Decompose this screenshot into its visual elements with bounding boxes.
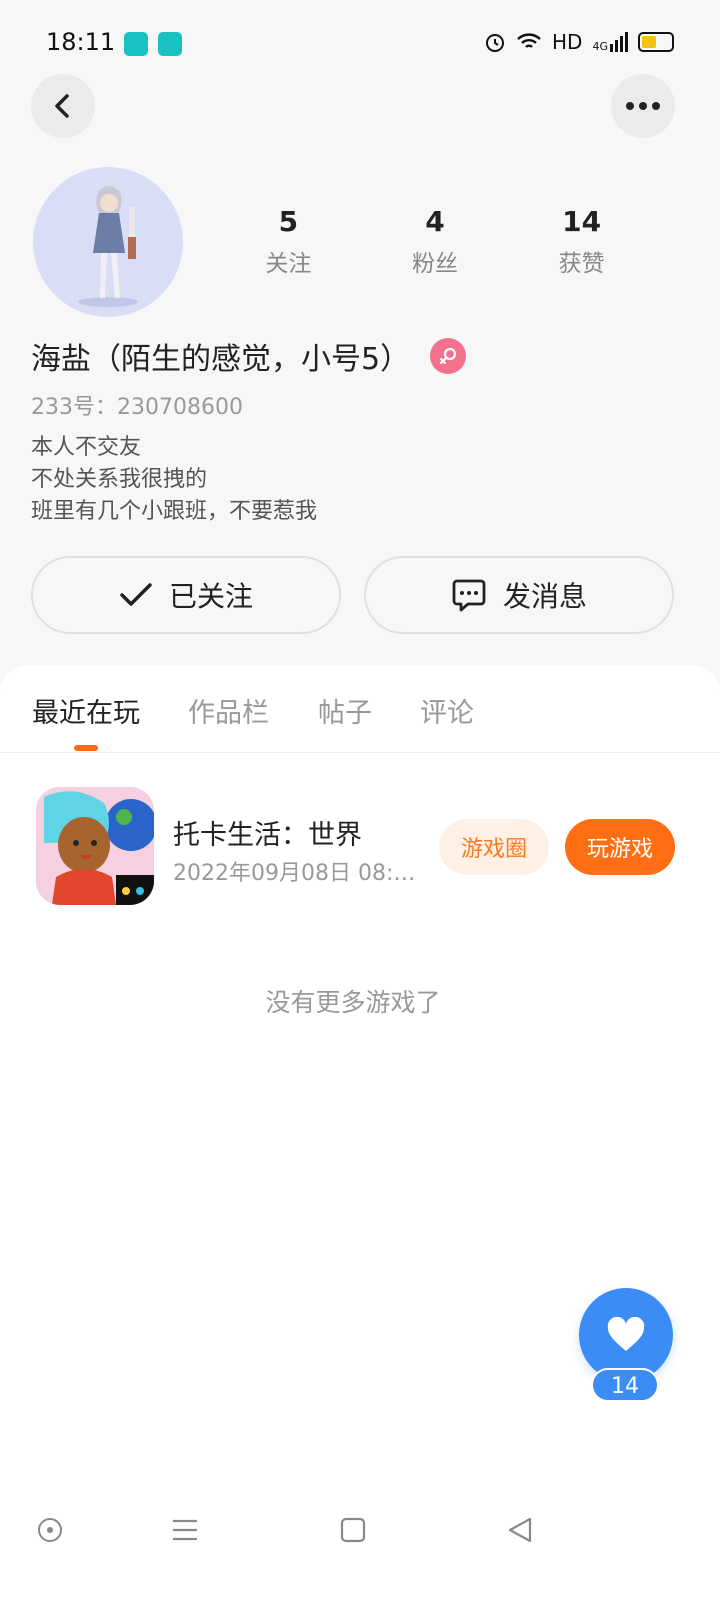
bio-line: 不处关系我很拽的 (31, 467, 208, 492)
menu-icon (173, 1519, 197, 1541)
status-time: 18:11 (46, 28, 116, 56)
heart-icon (607, 1317, 645, 1351)
stat-label: 关注 (265, 251, 312, 277)
alarm-icon (486, 34, 505, 52)
nav-back-button[interactable] (500, 1510, 540, 1550)
bio-line: 班里有几个小跟班，不要惹我 (31, 499, 318, 524)
more-button[interactable] (611, 74, 675, 138)
game-circle-button[interactable]: 游戏圈 (439, 819, 549, 875)
check-icon (120, 583, 152, 606)
stat-likes[interactable]: 14 获赞 (527, 205, 637, 278)
app-notification-icon (158, 32, 182, 56)
triangle-back-icon (508, 1517, 532, 1543)
game-list-item[interactable]: 托卡生活：世界 2022年09月08日 08:1... 游戏圈 玩游戏 (0, 787, 720, 907)
system-nav-bar (0, 1490, 720, 1560)
user-id: 233号：230708600 (31, 395, 243, 420)
network-label: HD (552, 30, 583, 54)
status-bar: 18:11 HD 4G (0, 0, 720, 88)
play-game-button[interactable]: 玩游戏 (565, 819, 675, 875)
bio-line: 本人不交友 (31, 435, 142, 460)
nav-home-button[interactable] (30, 1510, 70, 1550)
signal-icon: 4G (592, 32, 628, 52)
send-message-label: 发消息 (502, 580, 587, 613)
circle-dot-icon (38, 1518, 62, 1542)
followed-button[interactable]: 已关注 (31, 556, 341, 634)
profile-tabs: 最近在玩 作品栏 帖子 评论 (0, 665, 720, 753)
content-sheet: 最近在玩 作品栏 帖子 评论 托卡生活：世界 2022年09月08日 08:1.… (0, 665, 720, 1600)
send-message-button[interactable]: 发消息 (364, 556, 674, 634)
tab-comments[interactable]: 评论 (420, 691, 474, 730)
profile-name-row: 海盐（陌生的感觉，小号5） (31, 334, 467, 378)
tab-posts[interactable]: 帖子 (318, 691, 372, 730)
chevron-left-icon (55, 94, 69, 118)
more-horizontal-icon (626, 102, 660, 110)
stat-value: 5 (278, 205, 299, 238)
like-count-badge: 14 (591, 1368, 659, 1402)
tab-works[interactable]: 作品栏 (188, 691, 269, 730)
stat-label: 粉丝 (411, 251, 458, 277)
active-tab-indicator (74, 745, 98, 751)
nav-recents-button[interactable] (333, 1510, 373, 1550)
chat-bubble-icon (452, 579, 486, 612)
status-indicators: HD 4G (484, 30, 674, 54)
profile-bio: 本人不交友 不处关系我很拽的 班里有几个小跟班，不要惹我 (31, 432, 317, 528)
nav-menu-button[interactable] (165, 1510, 205, 1550)
game-last-played: 2022年09月08日 08:1... (173, 861, 418, 886)
battery-icon (638, 32, 674, 52)
back-button[interactable] (31, 74, 95, 138)
game-title: 托卡生活：世界 (173, 820, 362, 851)
profile-stats: 5 关注 4 粉丝 14 获赞 (215, 205, 655, 278)
game-icon[interactable] (36, 787, 154, 905)
avatar-character-image (78, 186, 138, 307)
followed-button-label: 已关注 (168, 580, 253, 613)
square-icon (340, 1517, 366, 1543)
stat-followers[interactable]: 4 粉丝 (380, 205, 490, 278)
empty-list-text: 没有更多游戏了 (265, 988, 441, 1017)
stat-label: 获赞 (558, 251, 605, 277)
avatar[interactable] (33, 167, 183, 317)
wifi-icon (517, 33, 541, 48)
app-notification-icon (124, 32, 148, 56)
stat-value: 4 (425, 205, 445, 238)
tab-recently-played[interactable]: 最近在玩 (32, 691, 140, 730)
stat-following[interactable]: 5 关注 (233, 205, 343, 278)
female-icon (430, 338, 467, 374)
stat-value: 14 (562, 205, 602, 238)
profile-name: 海盐（陌生的感觉，小号5） (31, 342, 411, 377)
